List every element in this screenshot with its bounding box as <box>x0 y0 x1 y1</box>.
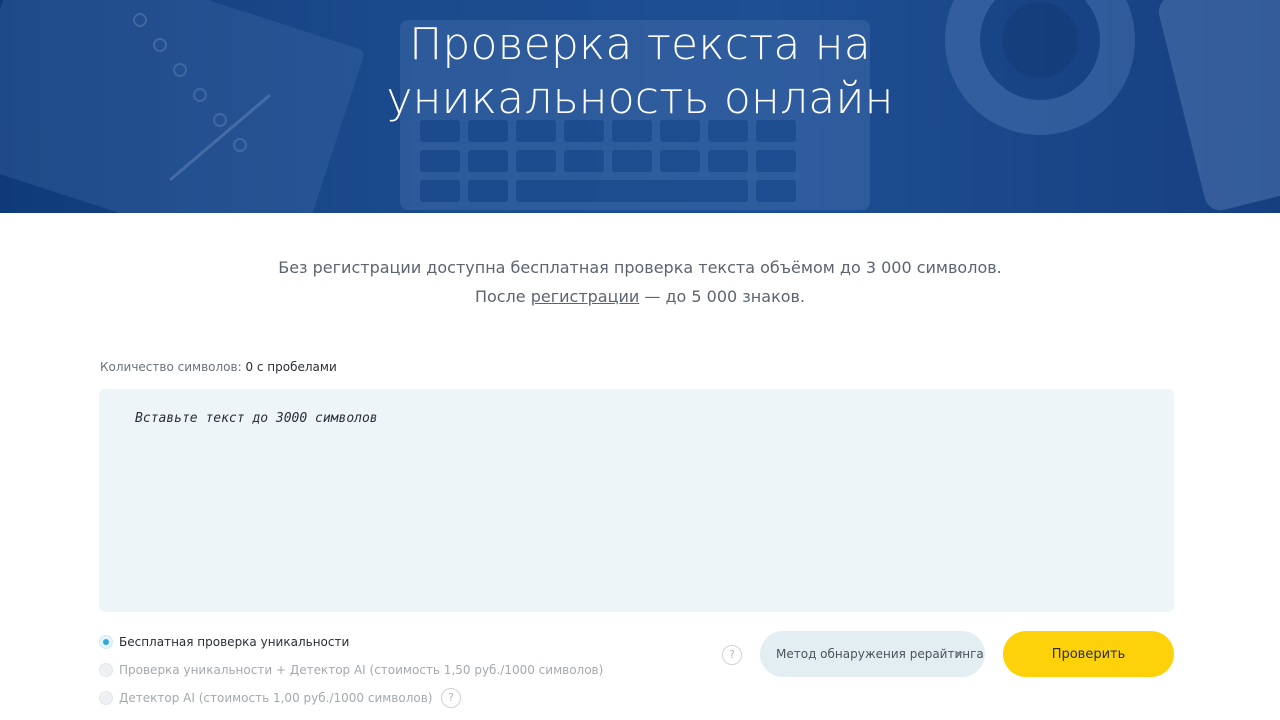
option-free-check-label: Бесплатная проверка уникальности <box>119 635 350 649</box>
help-icon[interactable]: ? <box>441 688 461 708</box>
intro-line-2: После регистрации — до 5 000 знаков. <box>0 282 1280 311</box>
char-counter-value: 0 с пробелами <box>245 360 337 374</box>
radio-ai-detector[interactable] <box>99 691 113 705</box>
page-title-line-1: Проверка текста на <box>409 19 871 70</box>
option-ai-detector-label: Детектор AI (стоимость 1,00 руб./1000 си… <box>119 691 433 705</box>
chevron-down-icon <box>955 652 963 656</box>
page: Проверка текста на уникальность онлайн Б… <box>0 0 1280 720</box>
rewrite-method-label: Метод обнаружения рерайтинга <box>776 647 984 661</box>
hero-banner: Проверка текста на уникальность онлайн <box>0 0 1280 213</box>
page-title: Проверка текста на уникальность онлайн <box>0 18 1280 126</box>
intro-line-1: Без регистрации доступна бесплатная пров… <box>278 258 1002 277</box>
radio-free-check[interactable] <box>99 635 113 649</box>
option-uniqueness-ai-label: Проверка уникальности + Детектор AI (сто… <box>119 663 604 677</box>
check-button[interactable]: Проверить <box>1003 631 1174 677</box>
page-title-line-2: уникальность онлайн <box>386 73 894 124</box>
option-free-check[interactable]: Бесплатная проверка уникальности <box>99 633 349 651</box>
char-counter-label: Количество символов: <box>100 360 242 374</box>
registration-link[interactable]: регистрации <box>531 287 640 306</box>
radio-uniqueness-ai[interactable] <box>99 663 113 677</box>
char-counter: Количество символов: 0 с пробелами <box>100 360 337 374</box>
rewrite-method-select[interactable]: Метод обнаружения рерайтинга <box>760 631 985 677</box>
help-icon[interactable]: ? <box>722 645 742 665</box>
intro-text: Без регистрации доступна бесплатная пров… <box>0 253 1280 311</box>
text-input-area[interactable] <box>99 389 1174 612</box>
option-ai-detector[interactable]: Детектор AI (стоимость 1,00 руб./1000 си… <box>99 689 432 707</box>
intro-line-2-suffix: — до 5 000 знаков. <box>639 287 806 306</box>
intro-line-2-prefix: После <box>474 287 531 306</box>
option-uniqueness-ai[interactable]: Проверка уникальности + Детектор AI (сто… <box>99 661 603 679</box>
